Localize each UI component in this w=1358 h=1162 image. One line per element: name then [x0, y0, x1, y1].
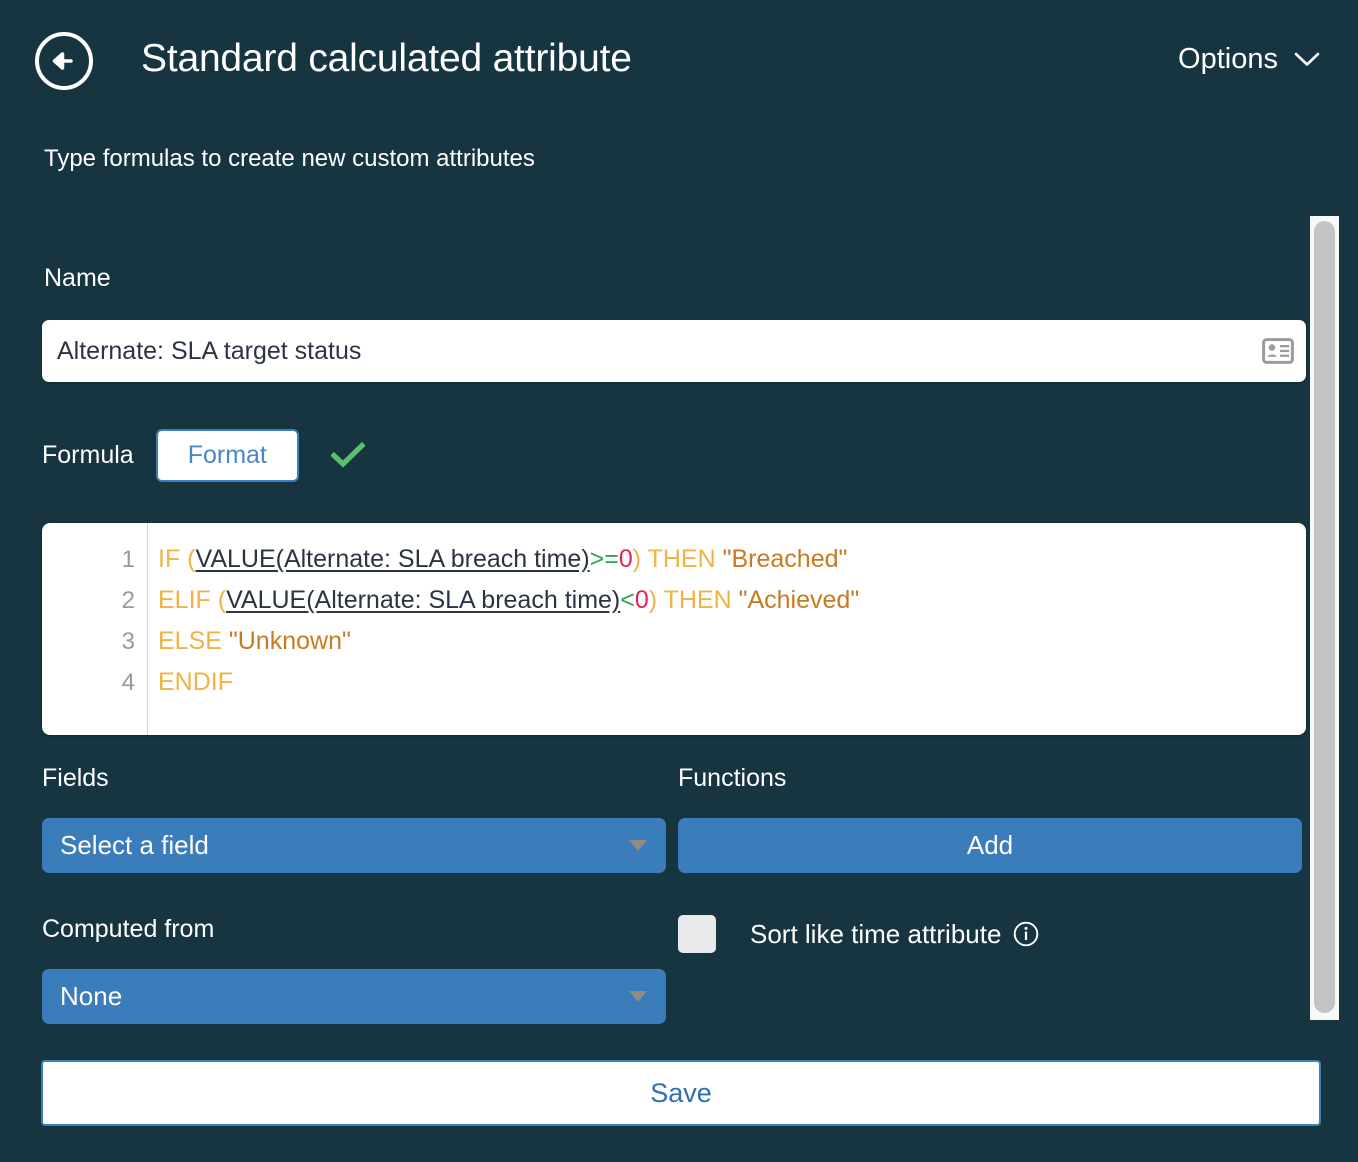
code-token-field: VALUE(Alternate: SLA breach time) — [196, 545, 590, 573]
code-token-str: "Unknown" — [229, 627, 351, 655]
code-line: ENDIF — [158, 662, 1306, 703]
caret-down-icon — [629, 991, 647, 1002]
code-token-paren: ) — [633, 545, 641, 573]
vertical-scrollbar-thumb[interactable] — [1314, 221, 1335, 1013]
form-scroll-region: Name Formula Format 1 2 3 — [0, 206, 1358, 1036]
code-line: ELIF (VALUE(Alternate: SLA breach time)<… — [158, 580, 1306, 621]
code-token-paren: ) — [649, 586, 657, 614]
name-input-container[interactable] — [42, 320, 1306, 382]
editor-code-body[interactable]: IF (VALUE(Alternate: SLA breach time)>=0… — [148, 523, 1306, 735]
computed-from-select[interactable]: None — [42, 969, 666, 1024]
code-token-kw: THEN — [641, 545, 723, 573]
info-circle-icon[interactable] — [1013, 921, 1039, 947]
sort-like-time-attribute-checkbox[interactable] — [678, 915, 716, 953]
code-token-field: VALUE(Alternate: SLA breach time) — [226, 586, 620, 614]
line-number: 1 — [42, 539, 147, 580]
code-token-str: "Achieved" — [739, 586, 860, 614]
page-title: Standard calculated attribute — [141, 37, 632, 81]
code-token-paren: ( — [187, 545, 195, 573]
line-number: 2 — [42, 580, 147, 621]
code-token-op: < — [620, 586, 635, 614]
name-input[interactable] — [42, 320, 1250, 382]
code-token-num: 0 — [619, 545, 633, 573]
functions-label: Functions — [678, 764, 786, 793]
fields-select-value: Select a field — [42, 830, 629, 861]
back-arrow-circle-icon[interactable] — [33, 30, 95, 92]
code-token-kw: IF — [158, 545, 187, 573]
line-number: 3 — [42, 621, 147, 662]
code-line: ELSE "Unknown" — [158, 621, 1306, 662]
contact-card-icon[interactable] — [1250, 338, 1306, 364]
green-check-icon — [331, 442, 365, 468]
sort-like-time-attribute-row[interactable]: Sort like time attribute — [678, 912, 1039, 956]
code-token-kw: ENDIF — [158, 668, 233, 696]
code-token-num: 0 — [635, 586, 649, 614]
tab-formula[interactable]: Formula — [42, 441, 156, 470]
computed-from-label: Computed from — [42, 915, 214, 944]
sort-like-time-attribute-label: Sort like time attribute — [750, 919, 1001, 950]
code-token-str: "Breached" — [723, 545, 848, 573]
options-label: Options — [1178, 43, 1278, 76]
code-token-kw: ELSE — [158, 627, 229, 655]
code-token-kw: THEN — [657, 586, 739, 614]
computed-from-select-value: None — [42, 981, 629, 1012]
code-token-op: >= — [590, 545, 619, 573]
formula-format-tabs: Formula Format — [42, 426, 365, 484]
tab-format[interactable]: Format — [156, 429, 299, 482]
caret-down-icon — [629, 840, 647, 851]
add-function-button[interactable]: Add — [678, 818, 1302, 873]
code-token-kw: ELIF — [158, 586, 218, 614]
line-number: 4 — [42, 662, 147, 703]
page-subtitle: Type formulas to create new custom attri… — [44, 145, 535, 173]
chevron-down-icon — [1294, 52, 1320, 67]
fields-select[interactable]: Select a field — [42, 818, 666, 873]
editor-line-number-gutter: 1 2 3 4 — [42, 523, 148, 735]
code-token-paren: ( — [218, 586, 226, 614]
code-line: IF (VALUE(Alternate: SLA breach time)>=0… — [158, 539, 1306, 580]
options-menu-button[interactable]: Options — [1178, 43, 1320, 76]
page-header: Standard calculated attribute Options — [0, 0, 1358, 126]
save-button[interactable]: Save — [41, 1060, 1321, 1126]
fields-label: Fields — [42, 764, 109, 793]
name-label: Name — [44, 264, 111, 293]
formula-code-editor[interactable]: 1 2 3 4 IF (VALUE(Alternate: SLA breach … — [42, 523, 1306, 735]
